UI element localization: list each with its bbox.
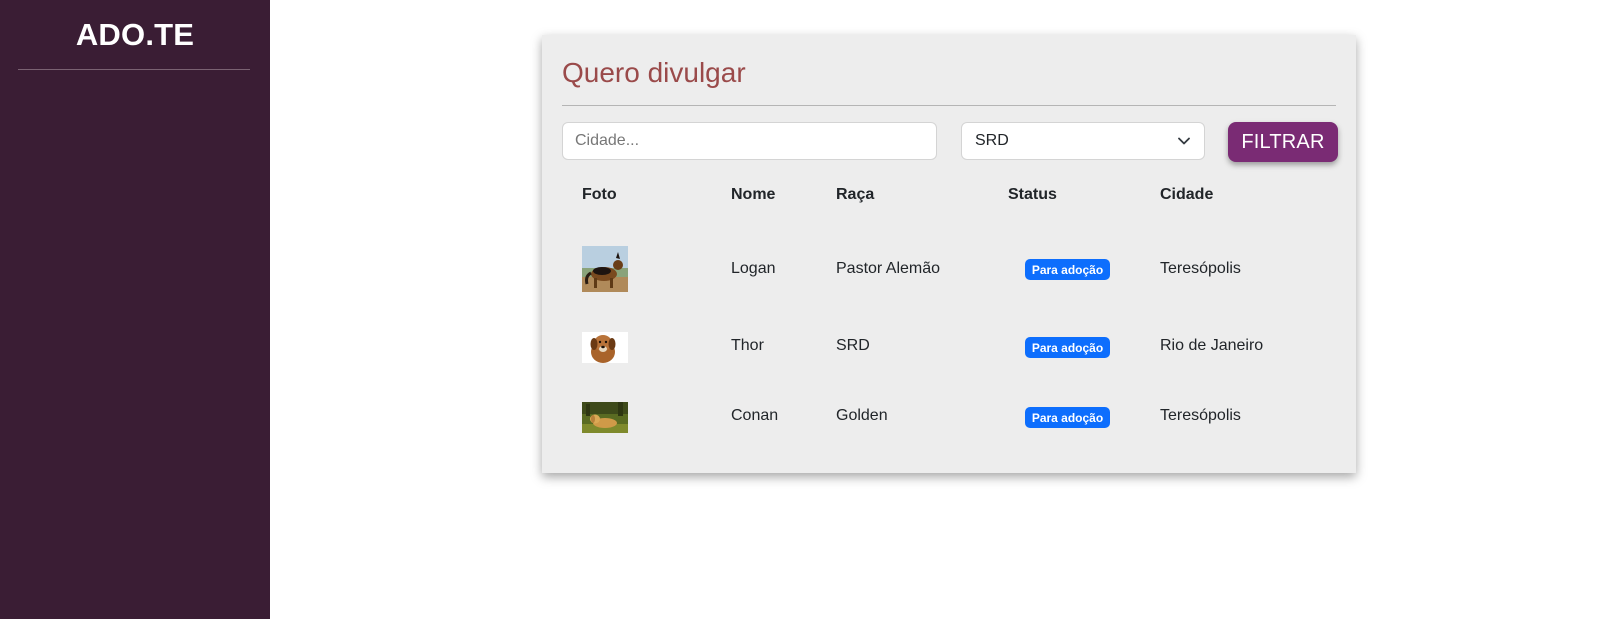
pet-name: Conan (731, 407, 779, 424)
column-header-cidade: Cidade (1160, 186, 1214, 203)
column-header-nome: Nome (731, 186, 776, 203)
pet-city: Teresópolis (1160, 407, 1241, 424)
sidebar-divider (18, 69, 250, 70)
brand-logo[interactable]: ADO.TE (0, 17, 270, 53)
sidebar: ADO.TE (0, 0, 270, 619)
golden-retriever-photo (582, 402, 628, 433)
status-badge: Para adoção (1025, 337, 1110, 358)
status-badge: Para adoção (1025, 259, 1110, 280)
city-filter-input[interactable] (562, 122, 937, 160)
filter-button[interactable]: FILTRAR (1228, 122, 1338, 162)
column-header-status: Status (1008, 186, 1057, 203)
pet-name: Thor (731, 337, 764, 354)
chevron-down-icon (1177, 134, 1191, 148)
column-header-raca: Raça (836, 186, 875, 203)
pet-breed: Pastor Alemão (836, 260, 941, 277)
brown-dog-photo (582, 332, 628, 363)
pet-city: Teresópolis (1160, 260, 1241, 277)
pet-city: Rio de Janeiro (1160, 337, 1264, 354)
page-title: Quero divulgar (562, 57, 746, 88)
pet-name: Logan (731, 260, 776, 277)
pet-breed: SRD (836, 337, 870, 354)
status-badge: Para adoção (1025, 407, 1110, 428)
pet-breed: Golden (836, 407, 888, 424)
german-shepherd-photo (582, 246, 628, 292)
breed-select[interactable]: SRD (961, 122, 1205, 160)
breed-select-value: SRD (975, 132, 1009, 149)
listing-card: Quero divulgar SRD FILTRAR Foto Nome Raç… (542, 35, 1356, 473)
column-header-foto: Foto (582, 186, 617, 203)
title-divider (562, 105, 1336, 106)
